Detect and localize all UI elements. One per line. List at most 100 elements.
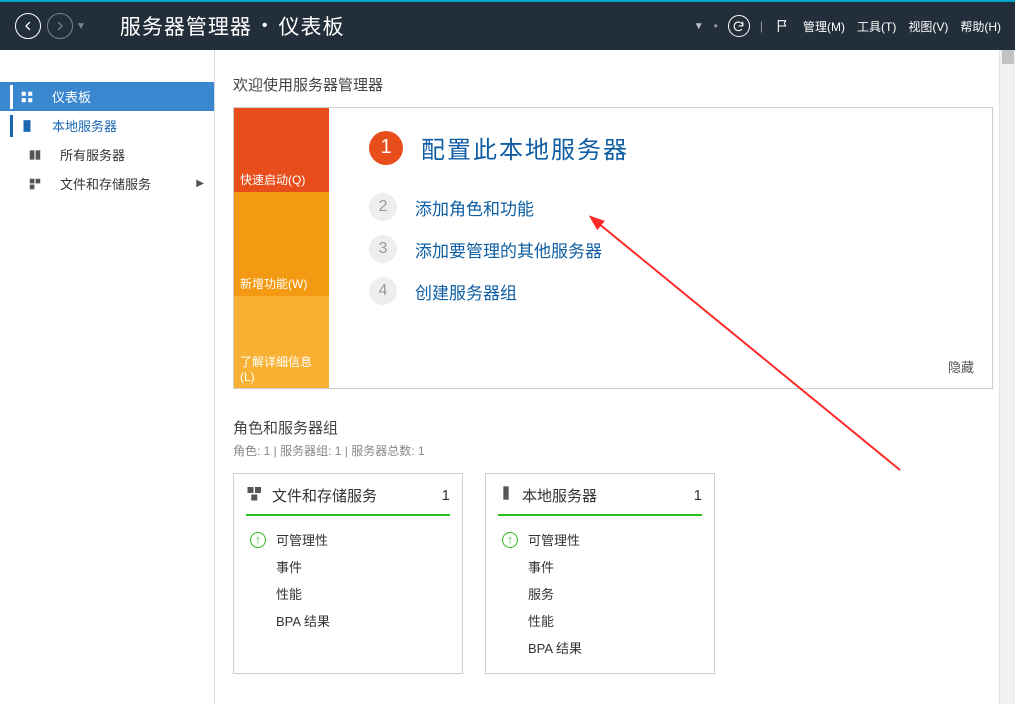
menu-tools[interactable]: 工具(T)	[857, 18, 896, 35]
status-up-icon: ↑	[250, 532, 266, 548]
pipe-sep: •	[714, 19, 718, 33]
hide-link[interactable]: 隐藏	[948, 357, 974, 376]
sidebar-item-dashboard[interactable]: 仪表板	[0, 82, 214, 111]
topbar-right-group: ▼ • | 管理(M) 工具(T) 视图(V) 帮助(H)	[694, 2, 1007, 50]
step-number-icon: 2	[369, 193, 397, 221]
breadcrumb-sep-icon: •	[262, 17, 269, 35]
step-title: 添加要管理的其他服务器	[415, 237, 602, 262]
servers-icon	[28, 148, 42, 162]
refresh-button[interactable]	[728, 15, 750, 37]
tile-row-text: 可管理性	[528, 530, 580, 549]
breadcrumb: 服务器管理器 • 仪表板	[120, 11, 345, 41]
chevron-right-icon: ▶	[196, 178, 204, 189]
tile-row-manageability[interactable]: ↑ 可管理性	[246, 526, 450, 553]
breadcrumb-app: 服务器管理器	[120, 11, 252, 41]
scrollbar-thumb[interactable]	[1002, 50, 1014, 64]
welcome-tab-quickstart[interactable]: 快速启动(Q)	[234, 108, 329, 192]
server-icon	[20, 119, 34, 133]
welcome-tab-label: 新增功能(W)	[234, 271, 329, 296]
breadcrumb-caret-icon[interactable]: ▼	[694, 21, 704, 32]
tile-file-storage[interactable]: 文件和存储服务 1 ↑ 可管理性 事件 性能 BPA 结果	[233, 473, 463, 674]
storage-icon	[246, 484, 264, 506]
active-indicator	[10, 85, 13, 109]
dashboard-icon	[20, 90, 34, 104]
sidebar: 仪表板 本地服务器 所有服务器 文件和存储服务 ▶	[0, 50, 215, 704]
highlight-indicator	[10, 115, 13, 137]
tile-row-text: BPA 结果	[276, 611, 330, 630]
step-number-icon: 4	[369, 277, 397, 305]
arrow-right-icon	[54, 20, 66, 32]
step-create-group[interactable]: 4 创建服务器组	[369, 277, 972, 305]
step-title: 添加角色和功能	[415, 195, 534, 220]
sidebar-item-label: 所有服务器	[60, 145, 125, 164]
tile-row-manageability[interactable]: ↑ 可管理性	[498, 526, 702, 553]
top-bar: ▼ 服务器管理器 • 仪表板 ▼ • | 管理(M) 工具(T) 视图(V) 帮…	[0, 0, 1015, 50]
sidebar-item-label: 仪表板	[52, 87, 91, 106]
roles-subtitle: 角色: 1 | 服务器组: 1 | 服务器总数: 1	[233, 442, 1015, 459]
welcome-tab-learnmore[interactable]: 了解详细信息(L)	[234, 296, 329, 388]
menu-view[interactable]: 视图(V)	[908, 18, 948, 35]
nav-forward-button[interactable]	[47, 13, 73, 39]
tile-row-events[interactable]: 事件	[246, 553, 450, 580]
sidebar-item-label: 文件和存储服务	[60, 174, 151, 193]
tile-title: 本地服务器	[522, 485, 597, 506]
tile-count: 1	[442, 487, 450, 504]
tile-row-text: 性能	[276, 584, 302, 603]
nav-back-button[interactable]	[15, 13, 41, 39]
step-number-icon: 1	[369, 131, 403, 165]
welcome-tab-label: 快速启动(Q)	[234, 167, 329, 192]
step-title: 创建服务器组	[415, 279, 517, 304]
step-title: 配置此本地服务器	[421, 130, 629, 165]
menu-manage[interactable]: 管理(M)	[803, 18, 845, 35]
welcome-steps: 1 配置此本地服务器 2 添加角色和功能 3 添加要管理的其他服务器 4 创建服…	[329, 108, 992, 388]
welcome-panel: 快速启动(Q) 新增功能(W) 了解详细信息(L) 1 配置此本地服务器 2 添…	[233, 107, 993, 389]
tile-count: 1	[694, 487, 702, 504]
tile-row-performance[interactable]: 性能	[246, 580, 450, 607]
storage-icon	[28, 177, 42, 191]
breadcrumb-page: 仪表板	[279, 11, 345, 41]
status-up-icon: ↑	[502, 532, 518, 548]
step-configure-local[interactable]: 1 配置此本地服务器	[369, 130, 972, 165]
tile-row-events[interactable]: 事件	[498, 553, 702, 580]
roles-title: 角色和服务器组	[233, 417, 1015, 438]
roles-header: 角色和服务器组 角色: 1 | 服务器组: 1 | 服务器总数: 1	[233, 417, 1015, 459]
body-split: 仪表板 本地服务器 所有服务器 文件和存储服务 ▶ 欢迎使用服务器管理器	[0, 50, 1015, 704]
tiles-row: 文件和存储服务 1 ↑ 可管理性 事件 性能 BPA 结果 本地服务	[233, 473, 1015, 674]
tile-local-server[interactable]: 本地服务器 1 ↑ 可管理性 事件 服务 性能 BPA 结果	[485, 473, 715, 674]
divider: |	[760, 19, 763, 33]
tile-row-text: 性能	[528, 611, 554, 630]
tile-row-text: 事件	[276, 557, 302, 576]
sidebar-item-local-server[interactable]: 本地服务器	[0, 111, 214, 140]
nav-history-caret-icon[interactable]: ▼	[76, 21, 86, 32]
tile-head: 本地服务器 1	[498, 484, 702, 514]
tile-head: 文件和存储服务 1	[246, 484, 450, 514]
menu-help[interactable]: 帮助(H)	[960, 18, 1001, 35]
tile-row-text: 服务	[528, 584, 554, 603]
tile-row-text: BPA 结果	[528, 638, 582, 657]
tile-row-text: 事件	[528, 557, 554, 576]
vertical-scrollbar[interactable]	[999, 50, 1015, 704]
tile-row-bpa[interactable]: BPA 结果	[246, 607, 450, 634]
tile-row-text: 可管理性	[276, 530, 328, 549]
tile-row-bpa[interactable]: BPA 结果	[498, 634, 702, 661]
tile-separator	[246, 514, 450, 516]
sidebar-item-all-servers[interactable]: 所有服务器	[0, 140, 214, 169]
welcome-tab-whatsnew[interactable]: 新增功能(W)	[234, 192, 329, 296]
notifications-flag-icon[interactable]	[775, 18, 791, 34]
step-add-servers[interactable]: 3 添加要管理的其他服务器	[369, 235, 972, 263]
main-content: 欢迎使用服务器管理器 快速启动(Q) 新增功能(W) 了解详细信息(L) 1 配…	[215, 50, 1015, 704]
sidebar-item-storage[interactable]: 文件和存储服务 ▶	[0, 169, 214, 198]
tile-row-services[interactable]: 服务	[498, 580, 702, 607]
server-icon	[498, 484, 514, 506]
arrow-left-icon	[22, 20, 34, 32]
welcome-side-tabs: 快速启动(Q) 新增功能(W) 了解详细信息(L)	[234, 108, 329, 388]
step-number-icon: 3	[369, 235, 397, 263]
tile-title: 文件和存储服务	[272, 485, 377, 506]
refresh-icon	[732, 20, 745, 33]
sidebar-item-label: 本地服务器	[52, 116, 117, 135]
tile-separator	[498, 514, 702, 516]
step-add-roles[interactable]: 2 添加角色和功能	[369, 193, 972, 221]
tile-row-performance[interactable]: 性能	[498, 607, 702, 634]
welcome-heading: 欢迎使用服务器管理器	[233, 74, 1015, 95]
nav-back-forward: ▼	[12, 13, 90, 39]
